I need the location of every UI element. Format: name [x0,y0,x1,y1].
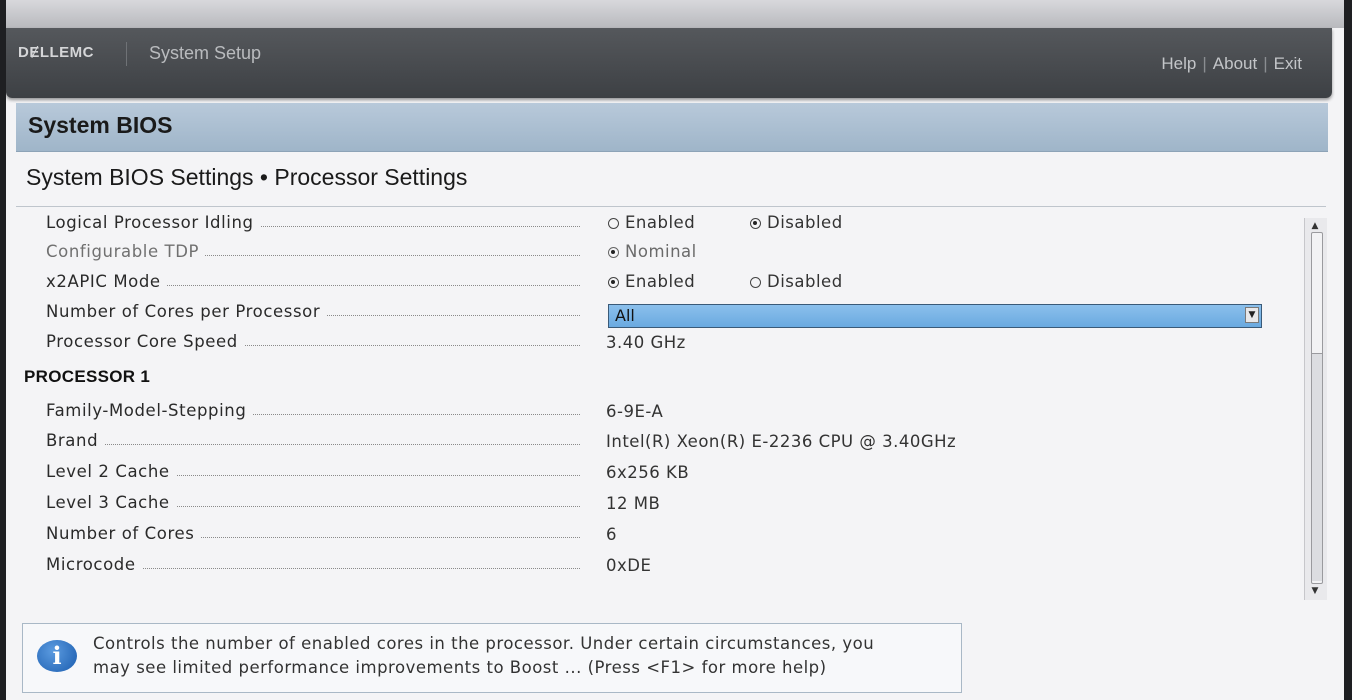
radio-x2apic-enabled[interactable]: Enabled [608,272,695,291]
app-title: System Setup [149,43,262,63]
cores-per-processor-dropdown[interactable]: All ▼ [608,304,1262,328]
setting-value: 6 [606,525,617,544]
link-separator: | [1263,54,1268,73]
setting-label: Processor Core Speed [46,332,580,351]
dropdown-selected-value: All [615,306,635,325]
scroll-down-icon[interactable]: ▼ [1308,585,1322,597]
about-link[interactable]: About [1213,54,1257,73]
row-number-of-cores: Number of Cores 6 [6,522,1296,550]
radio-selected-icon [608,277,619,288]
setting-label: Brand [46,431,580,450]
help-text: Controls the number of enabled cores in … [93,632,953,680]
row-microcode: Microcode 0xDE [6,553,1296,581]
scroll-track[interactable] [1311,232,1323,584]
setting-value: 12 MB [606,494,661,513]
processor-1-header: PROCESSOR 1 [24,367,151,386]
chevron-down-icon[interactable]: ▼ [1245,307,1259,323]
help-line-1: Controls the number of enabled cores in … [93,634,875,653]
setting-label: Family-Model-Stepping [46,401,580,420]
setting-label: x2APIC Mode [46,272,580,291]
header-divider [126,42,127,66]
info-icon: i [37,640,77,672]
setting-label: Level 2 Cache [46,462,580,481]
help-panel: i Controls the number of enabled cores i… [22,623,962,693]
radio-tdp-nominal[interactable]: Nominal [608,242,697,261]
header-bar: DɆLLEMC System Setup Help | About | Exit [6,28,1332,98]
setting-label: Number of Cores [46,524,580,543]
header-links: Help | About | Exit [1161,54,1302,74]
bios-screen: DɆLLEMC System Setup Help | About | Exit Sys… [6,0,1344,700]
section-title: System BIOS Settings • Processor Setting… [26,164,468,190]
page-title-band: System BIOS [16,103,1328,152]
help-link[interactable]: Help [1161,54,1196,73]
setting-value: 3.40 GHz [606,333,686,352]
row-x2apic-mode: x2APIC Mode Enabled Disabled [6,270,1296,298]
exit-link[interactable]: Exit [1274,54,1302,73]
row-logical-processor-idling: Logical Processor Idling Enabled Disable… [6,211,1296,239]
radio-lpi-disabled[interactable]: Disabled [750,213,843,232]
radio-selected-icon [608,247,619,258]
row-brand: Brand Intel(R) Xeon(R) E-2236 CPU @ 3.40… [6,429,1296,457]
help-line-2: may see limited performance improvements… [93,658,827,677]
row-level-3-cache: Level 3 Cache 12 MB [6,491,1296,519]
row-family-model-stepping: Family-Model-Stepping 6-9E-A [6,399,1296,427]
setting-value: 6-9E-A [606,402,664,421]
radio-lpi-enabled[interactable]: Enabled [608,213,695,232]
setting-value: 6x256 KB [606,463,690,482]
setting-value: 0xDE [606,556,652,575]
radio-x2apic-disabled[interactable]: Disabled [750,272,843,291]
radio-circle-icon [750,277,761,288]
setting-label: Microcode [46,555,580,574]
dell-emc-logo: DɆLLEMC [18,44,94,61]
link-separator: | [1202,54,1207,73]
setting-label: Number of Cores per Processor [46,302,580,321]
row-core-speed: Processor Core Speed 3.40 GHz [6,330,1296,358]
top-band [6,0,1344,28]
setting-value: Intel(R) Xeon(R) E-2236 CPU @ 3.40GHz [606,432,957,451]
settings-scrollbar[interactable]: ▲ ▼ [1304,218,1327,600]
page-title: System BIOS [28,112,173,138]
settings-list: Logical Processor Idling Enabled Disable… [6,207,1306,597]
radio-circle-icon [608,218,619,229]
scroll-up-icon[interactable]: ▲ [1308,220,1322,232]
scroll-thumb[interactable] [1312,353,1322,581]
setting-label: Logical Processor Idling [46,213,580,232]
setting-label: Level 3 Cache [46,493,580,512]
setting-label: Configurable TDP [46,242,580,261]
row-level-2-cache: Level 2 Cache 6x256 KB [6,460,1296,488]
row-configurable-tdp: Configurable TDP Nominal [6,240,1296,268]
radio-selected-icon [750,218,761,229]
